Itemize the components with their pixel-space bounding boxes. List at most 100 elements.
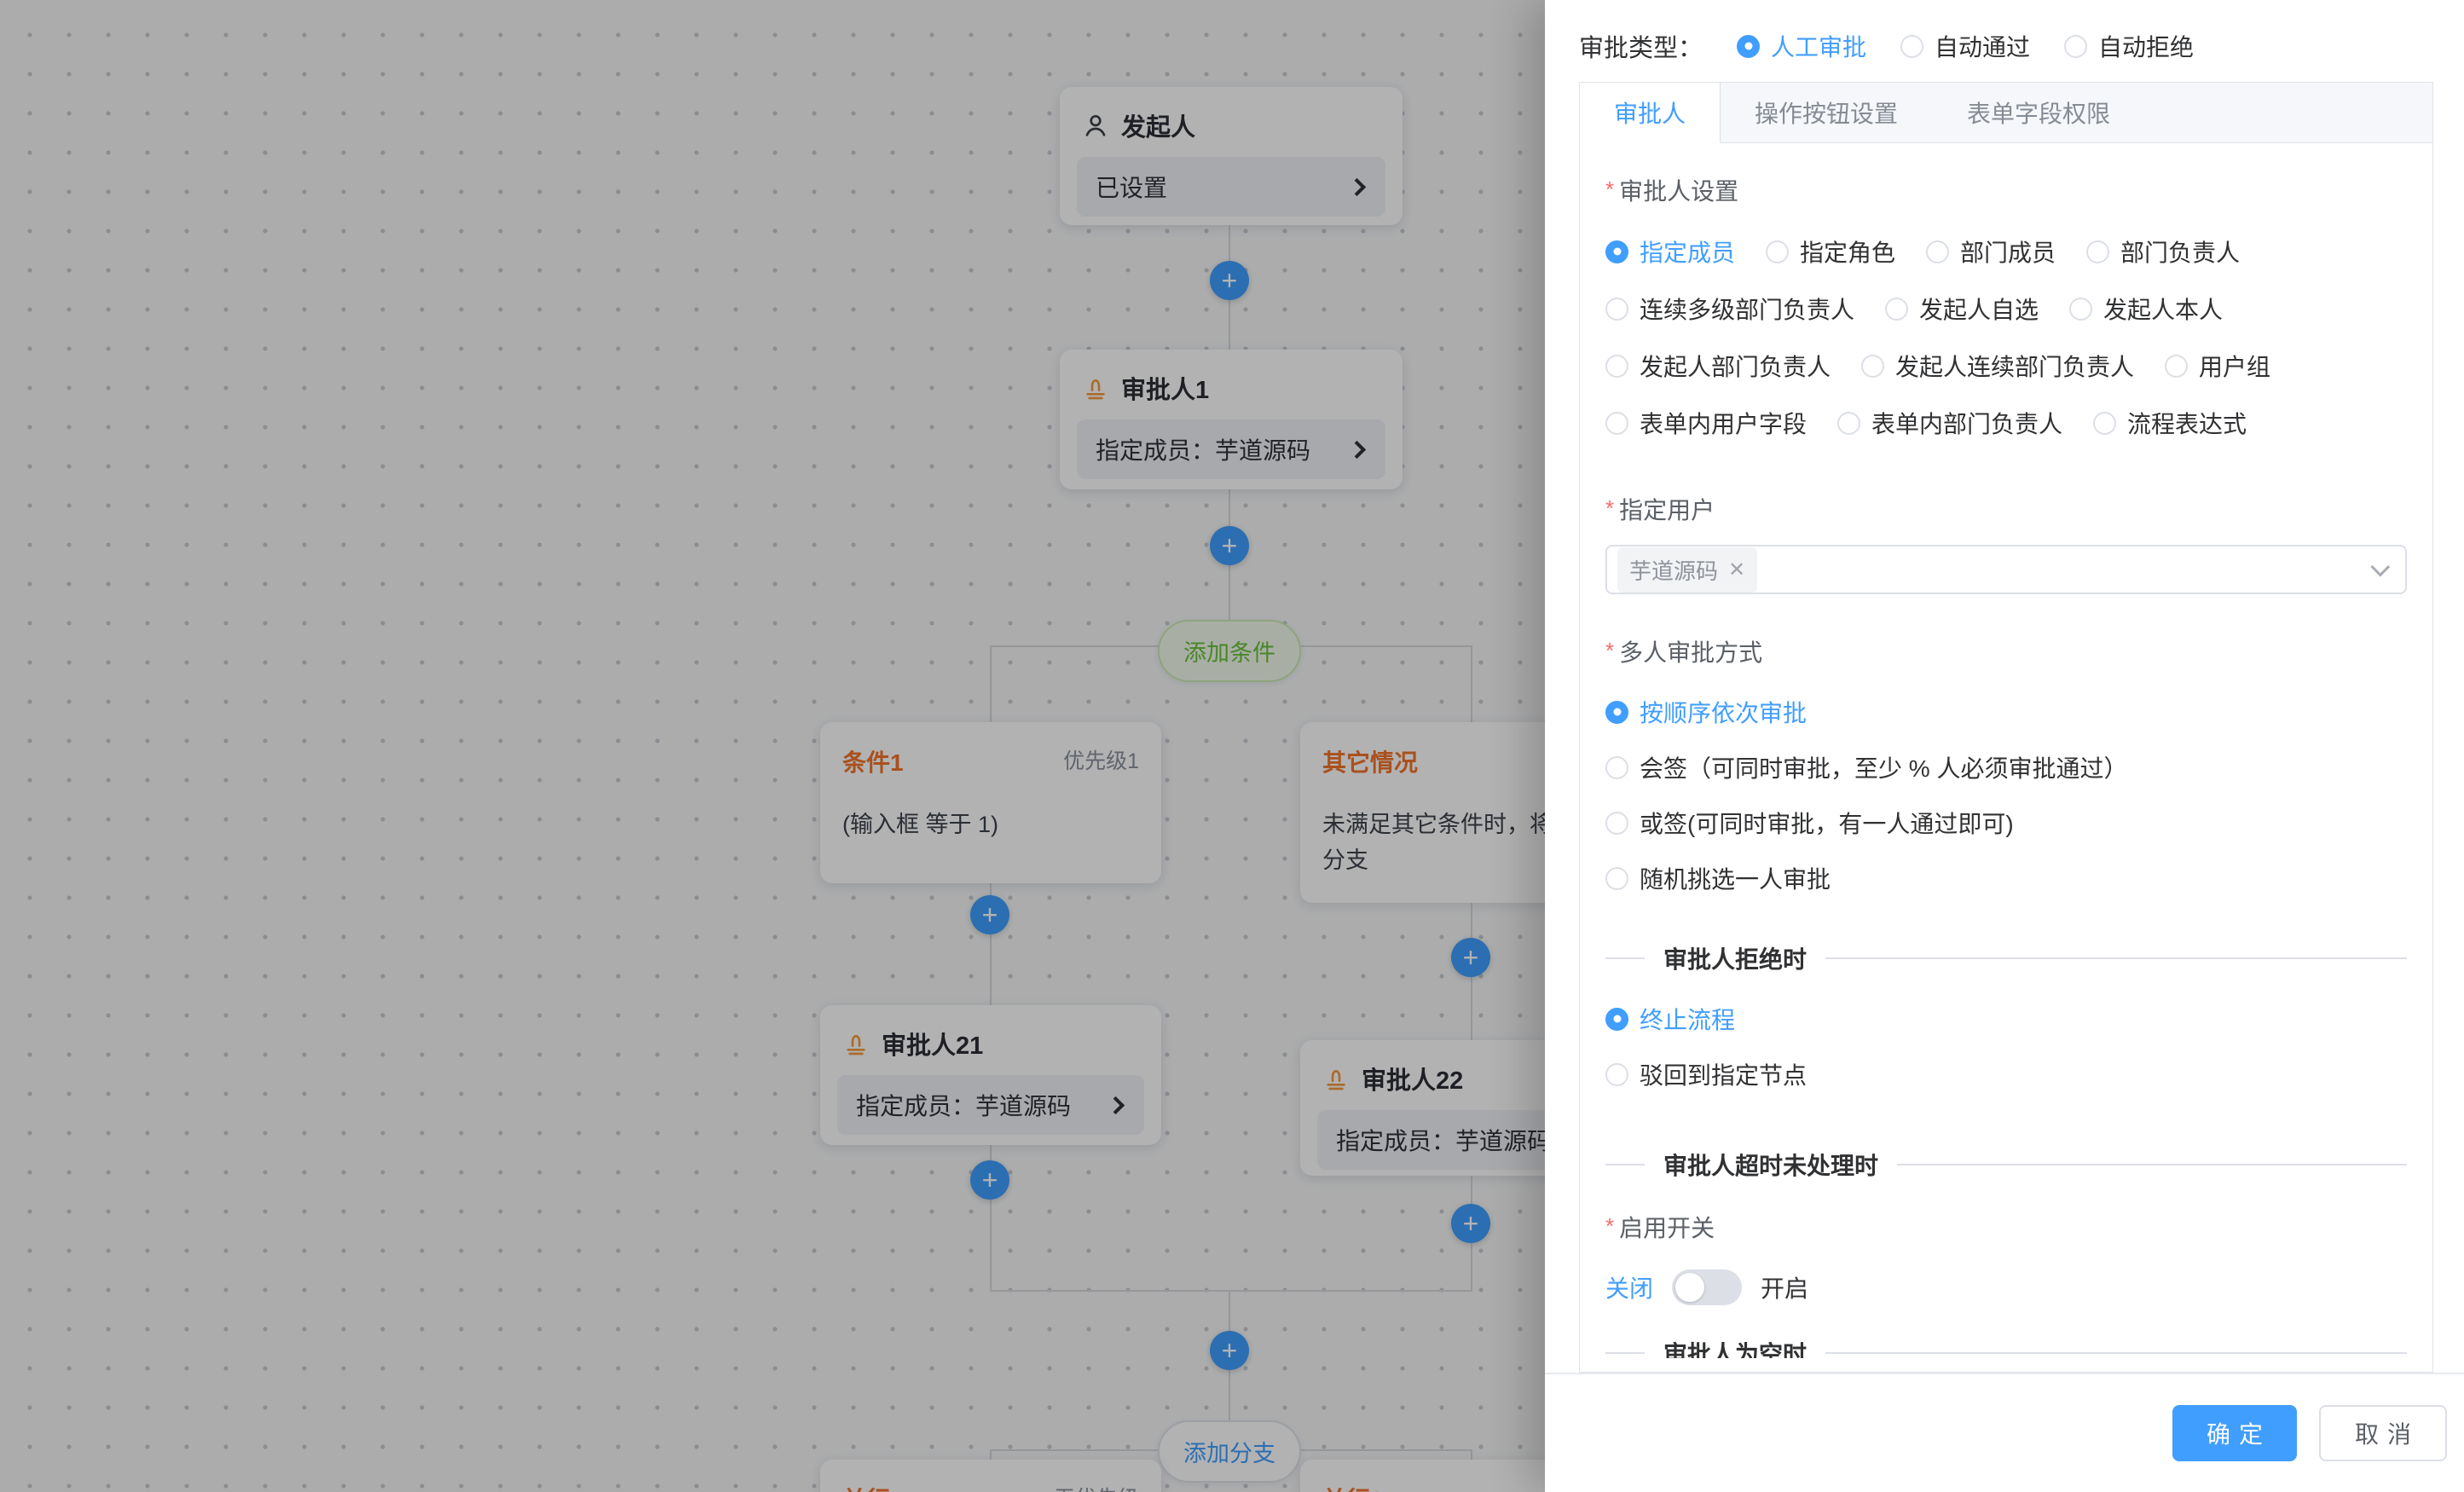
radio-or-sign[interactable]: 或签(可同时审批，有一人通过即可) bbox=[1605, 806, 2407, 840]
required-asterisk: * bbox=[1605, 176, 1614, 203]
timeout-section-divider: 审批人超时未处理时 bbox=[1605, 1148, 2407, 1182]
tab-content-scroll-area[interactable]: * 审批人设置 指定成员 指定角色 部门成员 部门负责人 连续多级部门负责人 发… bbox=[1580, 144, 2432, 1372]
radio-label: 按顺序依次审批 bbox=[1640, 695, 1807, 729]
tab-action-buttons[interactable]: 操作按钮设置 bbox=[1721, 83, 1933, 142]
radio-icon bbox=[1861, 355, 1884, 378]
radio-random-one[interactable]: 随机挑选一人审批 bbox=[1605, 861, 2407, 895]
approval-type-row: 审批类型： 人工审批 自动通过 自动拒绝 bbox=[1545, 0, 2464, 73]
radio-manual-approval[interactable]: 人工审批 bbox=[1737, 29, 1866, 63]
tab-label: 审批人 bbox=[1614, 95, 1686, 130]
radio-label: 发起人自选 bbox=[1919, 292, 2039, 326]
radio-auto-reject[interactable]: 自动拒绝 bbox=[2064, 29, 2194, 63]
radio-label: 随机挑选一人审批 bbox=[1640, 861, 1831, 895]
remove-tag-icon[interactable]: ✕ bbox=[1728, 558, 1745, 582]
radio-option[interactable]: 发起人自选 bbox=[1885, 292, 2039, 326]
radio-icon bbox=[1900, 35, 1923, 58]
radio-label: 指定角色 bbox=[1800, 234, 1895, 269]
radio-icon bbox=[1605, 867, 1628, 890]
radio-option[interactable]: 发起人部门负责人 bbox=[1605, 349, 1831, 383]
required-asterisk: * bbox=[1605, 638, 1614, 664]
assign-user-label: * 指定用户 bbox=[1605, 492, 2407, 526]
radio-return-to-node[interactable]: 驳回到指定节点 bbox=[1605, 1057, 2407, 1091]
radio-label: 流程表达式 bbox=[2127, 406, 2247, 440]
radio-option[interactable]: 流程表达式 bbox=[2093, 406, 2247, 440]
radio-option[interactable]: 表单内部门负责人 bbox=[1837, 406, 2062, 440]
section-title: 审批人超时未处理时 bbox=[1663, 1148, 1878, 1182]
approval-type-label: 审批类型： bbox=[1579, 28, 1703, 64]
radio-icon bbox=[1885, 298, 1908, 321]
radio-icon bbox=[2093, 412, 2116, 435]
selected-user-tag: 芋道源码 ✕ bbox=[1617, 547, 1757, 593]
radio-option[interactable]: 连续多级部门负责人 bbox=[1605, 292, 1854, 326]
radio-icon bbox=[1605, 240, 1628, 263]
tab-form-field-permissions[interactable]: 表单字段权限 bbox=[1933, 83, 2145, 142]
radio-option[interactable]: 发起人本人 bbox=[2069, 292, 2223, 326]
multi-mode-label: * 多人审批方式 bbox=[1605, 634, 2407, 668]
radio-icon bbox=[1605, 1008, 1628, 1031]
radio-icon bbox=[2165, 355, 2188, 378]
section-title: 审批人拒绝时 bbox=[1663, 941, 1807, 975]
reject-section-divider: 审批人拒绝时 bbox=[1605, 941, 2407, 975]
radio-icon bbox=[2086, 240, 2109, 263]
reject-options: 终止流程 驳回到指定节点 bbox=[1605, 1002, 2407, 1091]
radio-label: 连续多级部门负责人 bbox=[1640, 292, 1854, 326]
radio-option[interactable]: 表单内用户字段 bbox=[1605, 406, 1807, 440]
timeout-enable-toggle[interactable] bbox=[1672, 1269, 1742, 1305]
radio-label: 用户组 bbox=[2199, 349, 2270, 383]
radio-icon bbox=[1605, 756, 1628, 779]
approver-setting-label: * 审批人设置 bbox=[1605, 173, 2407, 207]
radio-label: 部门成员 bbox=[1960, 234, 2056, 269]
radio-label: 发起人部门负责人 bbox=[1640, 349, 1831, 383]
tab-approver[interactable]: 审批人 bbox=[1580, 83, 1721, 143]
radio-designated-member[interactable]: 指定成员 bbox=[1605, 234, 1735, 269]
radio-label: 部门负责人 bbox=[2120, 234, 2240, 269]
approver-setting-row: 连续多级部门负责人 发起人自选 发起人本人 bbox=[1605, 292, 2407, 326]
toggle-knob bbox=[1675, 1273, 1704, 1302]
confirm-button[interactable]: 确定 bbox=[2172, 1405, 2297, 1461]
radio-option[interactable]: 发起人连续部门负责人 bbox=[1861, 349, 2134, 383]
switch-off-label: 关闭 bbox=[1605, 1270, 1653, 1304]
multi-mode-options: 按顺序依次审批 会签（可同时审批，至少 % 人必须审批通过） 或签(可同时审批，… bbox=[1605, 695, 2407, 895]
radio-sequential-approval[interactable]: 按顺序依次审批 bbox=[1605, 695, 2407, 729]
modal-overlay[interactable] bbox=[0, 0, 1545, 1492]
radio-countersign[interactable]: 会签（可同时审批，至少 % 人必须审批通过） bbox=[1605, 750, 2407, 784]
approver-settings-drawer: 审批类型： 人工审批 自动通过 自动拒绝 审批人 操作按钮设置 表单字段权限 bbox=[1545, 0, 2464, 1492]
radio-label: 终止流程 bbox=[1640, 1002, 1735, 1036]
settings-tabs-panel: 审批人 操作按钮设置 表单字段权限 * 审批人设置 指定成员 指定角色 部门成员… bbox=[1579, 82, 2433, 1373]
radio-option[interactable]: 部门成员 bbox=[1926, 234, 2056, 269]
required-asterisk: * bbox=[1605, 1213, 1614, 1240]
approver-setting-row: 表单内用户字段 表单内部门负责人 流程表达式 bbox=[1605, 406, 2407, 440]
approver-setting-row: 发起人部门负责人 发起人连续部门负责人 用户组 bbox=[1605, 349, 2407, 383]
radio-label: 会签（可同时审批，至少 % 人必须审批通过） bbox=[1640, 750, 2127, 784]
tab-label: 表单字段权限 bbox=[1967, 95, 2110, 130]
radio-icon bbox=[1605, 298, 1628, 321]
tab-label: 操作按钮设置 bbox=[1755, 95, 1898, 130]
radio-label: 人工审批 bbox=[1771, 29, 1866, 63]
empty-approver-divider: 审批人为空时 bbox=[1605, 1336, 2407, 1358]
chevron-down-icon bbox=[2371, 558, 2391, 577]
required-asterisk: * bbox=[1605, 495, 1614, 522]
radio-option[interactable]: 指定角色 bbox=[1766, 234, 1895, 269]
radio-label: 表单内部门负责人 bbox=[1871, 406, 2062, 440]
radio-icon bbox=[2064, 35, 2087, 58]
radio-label: 或签(可同时审批，有一人通过即可) bbox=[1640, 806, 2014, 840]
section-title: 审批人为空时 bbox=[1663, 1336, 1807, 1358]
radio-option[interactable]: 用户组 bbox=[2165, 349, 2270, 383]
enable-switch-label: * 启用开关 bbox=[1605, 1210, 2407, 1244]
radio-auto-approve[interactable]: 自动通过 bbox=[1900, 29, 2030, 63]
switch-on-label: 开启 bbox=[1761, 1270, 1808, 1304]
radio-icon bbox=[2069, 298, 2092, 321]
radio-label: 发起人本人 bbox=[2103, 292, 2223, 326]
radio-label: 驳回到指定节点 bbox=[1640, 1057, 1807, 1091]
tabs-bar: 审批人 操作按钮设置 表单字段权限 bbox=[1580, 83, 2432, 143]
radio-label: 指定成员 bbox=[1640, 234, 1735, 269]
cancel-button[interactable]: 取消 bbox=[2319, 1405, 2447, 1461]
radio-icon bbox=[1766, 240, 1789, 263]
radio-icon bbox=[1737, 35, 1760, 58]
radio-terminate-process[interactable]: 终止流程 bbox=[1605, 1002, 2407, 1036]
radio-icon bbox=[1926, 240, 1949, 263]
approver-setting-row: 指定成员 指定角色 部门成员 部门负责人 bbox=[1605, 234, 2407, 269]
radio-label: 自动通过 bbox=[1935, 29, 2030, 63]
radio-option[interactable]: 部门负责人 bbox=[2086, 234, 2240, 269]
assign-user-select[interactable]: 芋道源码 ✕ bbox=[1605, 545, 2407, 594]
